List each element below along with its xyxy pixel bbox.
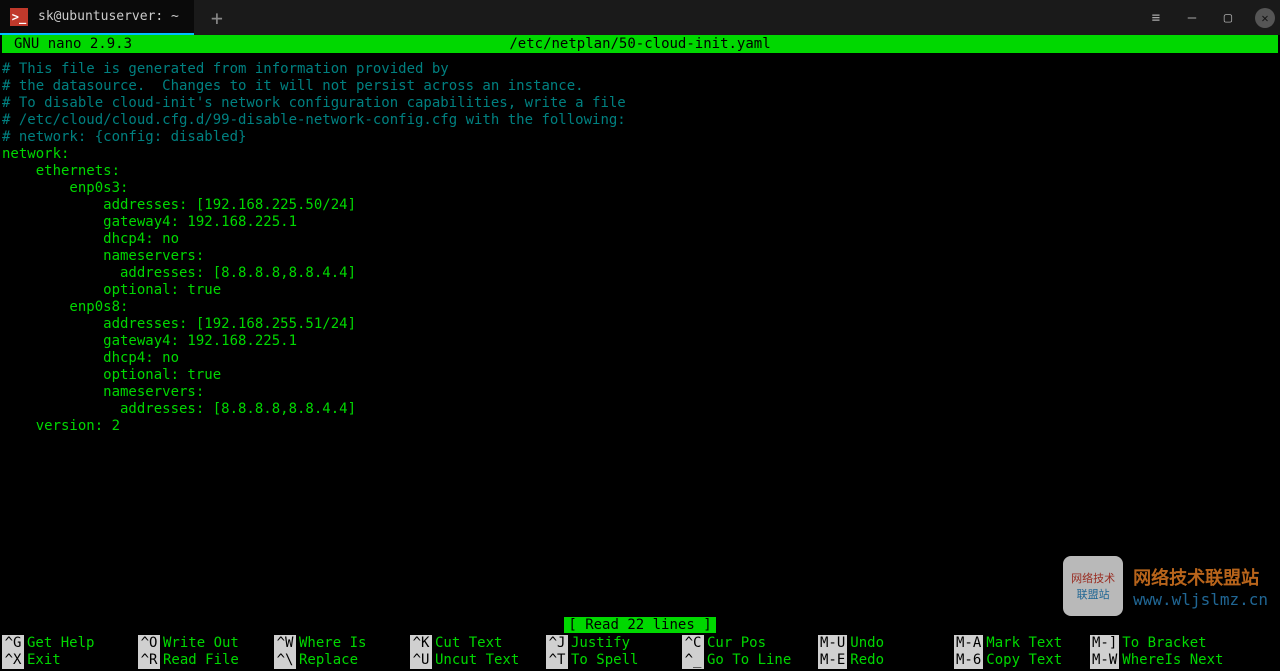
shortcut-desc: To Spell [571, 652, 638, 669]
nano-version: GNU nano 2.9.3 [2, 35, 132, 53]
shortcut-key: ^R [138, 652, 160, 669]
shortcut-desc: Go To Line [707, 652, 791, 669]
shortcut-key: ^T [546, 652, 568, 669]
shortcut-item[interactable]: ^WWhere Is [274, 635, 410, 652]
shortcut-key: ^U [410, 652, 432, 669]
shortcut-key: M-A [954, 635, 983, 652]
shortcut-desc: Write Out [163, 635, 239, 652]
shortcut-key: ^K [410, 635, 432, 652]
shortcut-desc: Exit [27, 652, 61, 669]
editor-content[interactable]: # This file is generated from informatio… [0, 53, 1280, 435]
shortcut-key: ^G [2, 635, 24, 652]
shortcut-item[interactable]: M-]To Bracket [1090, 635, 1226, 652]
shortcut-desc: Read File [163, 652, 239, 669]
shortcut-key: ^J [546, 635, 568, 652]
editor-line: # This file is generated from informatio… [2, 61, 1278, 78]
shortcut-item[interactable]: M-WWhereIs Next [1090, 652, 1226, 669]
editor-line: addresses: [192.168.255.51/24] [2, 316, 1278, 333]
shortcut-bar: ^GGet Help^OWrite Out^WWhere Is^KCut Tex… [2, 635, 1278, 669]
shortcut-key: ^_ [682, 652, 704, 669]
shortcut-desc: Where Is [299, 635, 366, 652]
watermark-url: www.wljslmz.cn [1133, 590, 1268, 609]
shortcut-desc: Cur Pos [707, 635, 766, 652]
editor-line: addresses: [8.8.8.8,8.8.4.4] [2, 401, 1278, 418]
menu-icon[interactable]: ≡ [1147, 9, 1165, 27]
nano-header: GNU nano 2.9.3 /etc/netplan/50-cloud-ini… [2, 35, 1278, 53]
editor-line: # /etc/cloud/cloud.cfg.d/99-disable-netw… [2, 112, 1278, 129]
shortcut-desc: Justify [571, 635, 630, 652]
status-message: [ Read 22 lines ] [564, 617, 715, 633]
watermark-logo: 网络技术 联盟站 [1063, 556, 1123, 616]
shortcut-item[interactable]: ^RRead File [138, 652, 274, 669]
window-controls: ≡ — ▢ ✕ [1147, 0, 1275, 35]
editor-line: network: [2, 146, 1278, 163]
new-tab-button[interactable]: + [202, 3, 232, 33]
shortcut-item[interactable]: ^XExit [2, 652, 138, 669]
editor-line: dhcp4: no [2, 350, 1278, 367]
window-titlebar: >_ sk@ubuntuserver: ~ + ≡ — ▢ ✕ [0, 0, 1280, 35]
shortcut-item[interactable]: ^\Replace [274, 652, 410, 669]
shortcut-desc: Mark Text [986, 635, 1062, 652]
editor-line: addresses: [192.168.225.50/24] [2, 197, 1278, 214]
shortcut-item[interactable]: ^OWrite Out [138, 635, 274, 652]
shortcut-item[interactable]: M-UUndo [818, 635, 954, 652]
editor-line: gateway4: 192.168.225.1 [2, 333, 1278, 350]
editor-line: nameservers: [2, 384, 1278, 401]
terminal-tab[interactable]: >_ sk@ubuntuserver: ~ [0, 0, 194, 35]
shortcut-item[interactable]: ^_Go To Line [682, 652, 818, 669]
shortcut-item[interactable]: M-ERedo [818, 652, 954, 669]
watermark: 网络技术 联盟站 网络技术联盟站 www.wljslmz.cn [1063, 556, 1268, 616]
editor-line: optional: true [2, 367, 1278, 384]
shortcut-key: ^X [2, 652, 24, 669]
editor-line: # network: {config: disabled} [2, 129, 1278, 146]
shortcut-key: M-] [1090, 635, 1119, 652]
shortcut-desc: Undo [850, 635, 884, 652]
nano-filename: /etc/netplan/50-cloud-init.yaml [509, 35, 770, 53]
shortcut-key: ^\ [274, 652, 296, 669]
shortcut-desc: Copy Text [986, 652, 1062, 669]
shortcut-desc: Uncut Text [435, 652, 519, 669]
close-button[interactable]: ✕ [1255, 8, 1275, 28]
shortcut-key: M-U [818, 635, 847, 652]
shortcut-desc: Redo [850, 652, 884, 669]
editor-line: addresses: [8.8.8.8,8.8.4.4] [2, 265, 1278, 282]
shortcut-key: ^C [682, 635, 704, 652]
shortcut-desc: Get Help [27, 635, 94, 652]
shortcut-desc: Replace [299, 652, 358, 669]
shortcut-item[interactable]: M-6Copy Text [954, 652, 1090, 669]
shortcut-key: ^W [274, 635, 296, 652]
shortcut-item[interactable]: ^TTo Spell [546, 652, 682, 669]
shortcut-item[interactable]: ^GGet Help [2, 635, 138, 652]
shortcut-key: M-E [818, 652, 847, 669]
shortcut-key: M-6 [954, 652, 983, 669]
status-line: [ Read 22 lines ] [0, 617, 1280, 633]
watermark-title: 网络技术联盟站 [1133, 564, 1268, 590]
editor-line: # To disable cloud-init's network config… [2, 95, 1278, 112]
shortcut-item[interactable]: ^KCut Text [410, 635, 546, 652]
editor-line: ethernets: [2, 163, 1278, 180]
terminal-icon: >_ [10, 8, 28, 26]
shortcut-desc: To Bracket [1122, 635, 1206, 652]
shortcut-key: ^O [138, 635, 160, 652]
shortcut-item[interactable]: ^CCur Pos [682, 635, 818, 652]
shortcut-desc: Cut Text [435, 635, 502, 652]
editor-line: dhcp4: no [2, 231, 1278, 248]
editor-line: # the datasource. Changes to it will not… [2, 78, 1278, 95]
editor-line: enp0s3: [2, 180, 1278, 197]
editor-line: nameservers: [2, 248, 1278, 265]
editor-line: enp0s8: [2, 299, 1278, 316]
tab-title: sk@ubuntuserver: ~ [38, 9, 179, 24]
shortcut-item[interactable]: M-AMark Text [954, 635, 1090, 652]
maximize-button[interactable]: ▢ [1219, 9, 1237, 27]
editor-line: gateway4: 192.168.225.1 [2, 214, 1278, 231]
editor-line: version: 2 [2, 418, 1278, 435]
shortcut-desc: WhereIs Next [1122, 652, 1223, 669]
shortcut-key: M-W [1090, 652, 1119, 669]
shortcut-item[interactable]: ^JJustify [546, 635, 682, 652]
shortcut-item[interactable]: ^UUncut Text [410, 652, 546, 669]
editor-line: optional: true [2, 282, 1278, 299]
minimize-button[interactable]: — [1183, 9, 1201, 27]
